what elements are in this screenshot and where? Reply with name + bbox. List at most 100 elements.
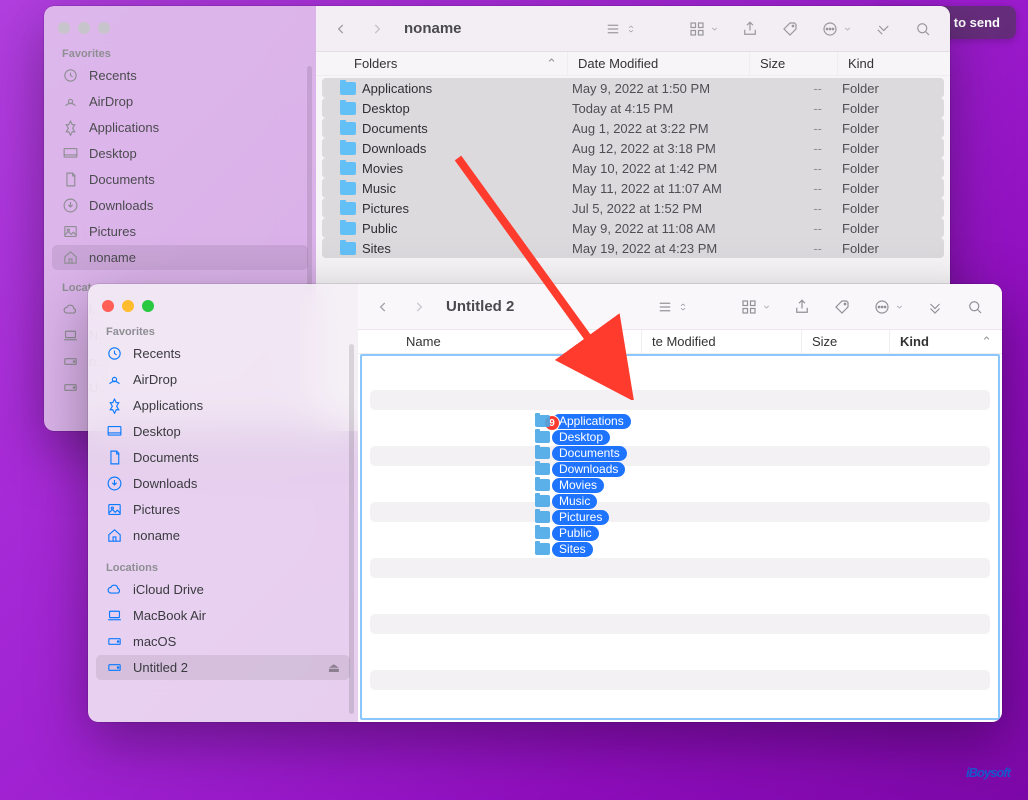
view-list-button[interactable] <box>650 293 694 321</box>
file-date: Aug 1, 2022 at 3:22 PM <box>562 121 744 136</box>
sidebar-item-recents[interactable]: Recents <box>52 63 308 88</box>
nav-forward-button[interactable] <box>364 15 390 43</box>
sidebar-item-applications[interactable]: Applications <box>52 115 308 140</box>
col-kind[interactable]: Kind <box>838 52 950 75</box>
sidebar-item-label: MacBook Air <box>133 608 206 623</box>
group-button[interactable] <box>734 293 777 321</box>
file-row[interactable]: ApplicationsMay 9, 2022 at 1:50 PM--Fold… <box>322 78 944 98</box>
col-date[interactable]: te Modified <box>642 330 802 353</box>
nav-back-button[interactable] <box>370 293 396 321</box>
window-title: Untitled 2 <box>446 298 514 315</box>
file-date: May 9, 2022 at 11:08 AM <box>562 221 744 236</box>
sidebar-scrollbar[interactable] <box>349 344 354 714</box>
empty-file-list[interactable] <box>358 354 1002 722</box>
sidebar-item-noname[interactable]: noname <box>96 523 350 548</box>
sidebar-item-pictures[interactable]: Pictures <box>96 497 350 522</box>
cloud-icon <box>106 581 123 598</box>
sidebar-item-recents[interactable]: Recents <box>96 341 350 366</box>
sidebar-item-macos[interactable]: macOS <box>96 629 350 654</box>
sidebar-item-icloud-drive[interactable]: iCloud Drive <box>96 577 350 602</box>
clock-icon <box>62 67 79 84</box>
file-name: Movies <box>362 161 562 176</box>
sidebar-item-macbook-air[interactable]: MacBook Air <box>96 603 350 628</box>
file-row[interactable]: DocumentsAug 1, 2022 at 3:22 PM--Folder <box>322 118 944 138</box>
file-row[interactable]: DesktopToday at 4:15 PM--Folder <box>322 98 944 118</box>
sidebar-item-downloads[interactable]: Downloads <box>96 471 350 496</box>
doc-icon <box>62 171 79 188</box>
share-button[interactable] <box>735 15 765 43</box>
sidebar-item-documents[interactable]: Documents <box>96 445 350 470</box>
traffic-lights[interactable] <box>88 294 358 322</box>
file-name: Public <box>362 221 562 236</box>
nav-forward-button[interactable] <box>406 293 432 321</box>
col-name[interactable]: Folders⌃ <box>316 52 568 75</box>
file-row[interactable]: DownloadsAug 12, 2022 at 3:18 PM--Folder <box>322 138 944 158</box>
sidebar-item-documents[interactable]: Documents <box>52 167 308 192</box>
sidebar-section-favorites: Favorites <box>88 322 358 340</box>
close-dot[interactable] <box>58 22 70 34</box>
disk-icon <box>62 353 79 370</box>
tags-button[interactable] <box>775 15 805 43</box>
file-row[interactable]: SitesMay 19, 2022 at 4:23 PM--Folder <box>322 238 944 258</box>
file-name: Downloads <box>362 141 562 156</box>
file-date: Today at 4:15 PM <box>562 101 744 116</box>
file-kind: Folder <box>832 221 944 236</box>
action-button[interactable] <box>815 15 858 43</box>
sidebar-item-untitled-2[interactable]: Untitled 2⏏ <box>96 655 350 680</box>
sidebar-item-airdrop[interactable]: AirDrop <box>52 89 308 114</box>
col-kind[interactable]: Kind⌃ <box>890 330 1002 353</box>
file-row[interactable]: PicturesJul 5, 2022 at 1:52 PM--Folder <box>322 198 944 218</box>
action-button[interactable] <box>867 293 910 321</box>
column-headers: Folders⌃ Date Modified Size Kind <box>316 52 950 76</box>
group-button[interactable] <box>682 15 725 43</box>
folder-icon <box>340 222 356 235</box>
nav-back-button[interactable] <box>328 15 354 43</box>
col-size[interactable]: Size <box>750 52 838 75</box>
sidebar-item-applications[interactable]: Applications <box>96 393 350 418</box>
file-row[interactable]: MoviesMay 10, 2022 at 1:42 PM--Folder <box>322 158 944 178</box>
laptop-icon <box>106 607 123 624</box>
sidebar-item-downloads[interactable]: Downloads <box>52 193 308 218</box>
col-size[interactable]: Size <box>802 330 890 353</box>
folder-icon <box>340 102 356 115</box>
minimize-dot[interactable] <box>78 22 90 34</box>
folder-icon <box>340 242 356 255</box>
apps-icon <box>62 119 79 136</box>
airdrop-icon <box>106 371 123 388</box>
minimize-dot[interactable] <box>122 300 134 312</box>
sidebar: Favorites RecentsAirDropApplicationsDesk… <box>88 284 358 722</box>
traffic-lights[interactable] <box>44 16 316 44</box>
finder-window-untitled2: Favorites RecentsAirDropApplicationsDesk… <box>88 284 1002 722</box>
sidebar-item-noname[interactable]: noname <box>52 245 308 270</box>
sidebar-item-desktop[interactable]: Desktop <box>52 141 308 166</box>
view-list-button[interactable] <box>598 15 642 43</box>
sidebar-item-airdrop[interactable]: AirDrop <box>96 367 350 392</box>
file-size: -- <box>744 81 832 96</box>
file-date: Aug 12, 2022 at 3:18 PM <box>562 141 744 156</box>
share-button[interactable] <box>787 293 817 321</box>
file-row[interactable]: MusicMay 11, 2022 at 11:07 AM--Folder <box>322 178 944 198</box>
tags-button[interactable] <box>827 293 857 321</box>
sidebar-scrollbar[interactable] <box>307 66 312 306</box>
file-size: -- <box>744 221 832 236</box>
zoom-dot[interactable] <box>98 22 110 34</box>
file-kind: Folder <box>832 81 944 96</box>
sidebar-item-pictures[interactable]: Pictures <box>52 219 308 244</box>
close-dot[interactable] <box>102 300 114 312</box>
col-name[interactable]: Name <box>358 330 642 353</box>
more-button[interactable] <box>920 293 950 321</box>
sidebar-item-desktop[interactable]: Desktop <box>96 419 350 444</box>
search-button[interactable] <box>908 15 938 43</box>
home-icon <box>106 527 123 544</box>
more-button[interactable] <box>868 15 898 43</box>
file-row[interactable]: PublicMay 9, 2022 at 11:08 AM--Folder <box>322 218 944 238</box>
picture-icon <box>106 501 123 518</box>
col-date[interactable]: Date Modified <box>568 52 750 75</box>
sidebar-item-label: Desktop <box>89 146 137 161</box>
search-button[interactable] <box>960 293 990 321</box>
file-size: -- <box>744 181 832 196</box>
eject-icon[interactable]: ⏏ <box>328 660 340 676</box>
zoom-dot[interactable] <box>142 300 154 312</box>
disk-icon <box>106 633 123 650</box>
sidebar-item-label: noname <box>133 528 180 543</box>
